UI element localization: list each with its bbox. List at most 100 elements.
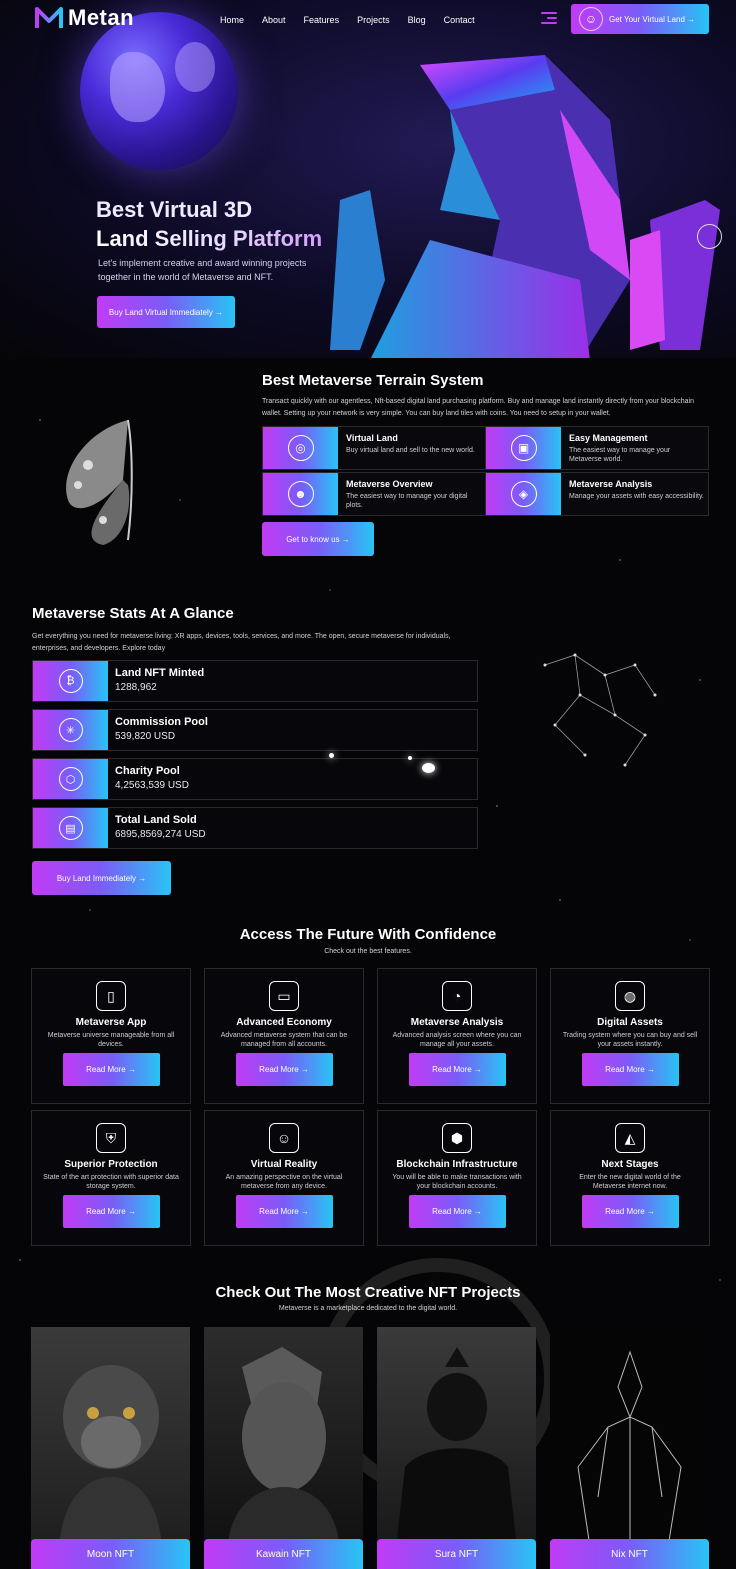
feature-icon-box: ▣ [486,427,561,469]
access-title: Access The Future With Confidence [239,926,497,943]
network-globe-icon: ✳ [58,718,83,742]
read-more-button[interactable]: Read More → [235,1195,333,1228]
card-desc: Trading system where you can buy and sel… [562,1032,698,1048]
bitcoin-network-icon: ₿ [58,669,83,693]
logo-text: Metan [68,5,135,30]
get-virtual-land-button[interactable]: ☺ Get Your Virtual Land → [571,4,709,34]
stat-icon-box: ▤ [33,808,108,848]
laptop-shield-icon: ⛨ [96,1123,126,1153]
phone-app-icon: ▯ [96,981,126,1011]
nav-blog[interactable]: Blog [408,15,426,25]
nft-card-nix[interactable]: Nix NFT [550,1327,709,1569]
nav-projects[interactable]: Projects [357,15,390,25]
nav-about[interactable]: About [262,15,286,25]
get-to-know-us-button[interactable]: Get to know us → [262,522,374,556]
feature-easy-management[interactable]: ▣ Easy Management The easiest way to mana… [485,426,709,470]
stat-charity-pool: ⬡ Charity Pool 4,2563,539 USD [32,758,478,800]
feature-title: Metaverse Analysis [569,479,653,489]
feature-metaverse-analysis[interactable]: ◈ Metaverse Analysis Manage your assets w… [485,472,709,516]
feature-desc: Manage your assets with easy accessibili… [569,493,704,500]
card-title: Next Stages [601,1159,659,1170]
vr-headset-icon: ◎ [287,435,314,461]
card-advanced-economy: ▭ Advanced Economy Advanced metaverse sy… [204,968,364,1104]
avatar-icon: ☻ [287,481,314,507]
hamburger-menu-icon[interactable] [541,12,557,24]
stat-land-nft-minted: ₿ Land NFT Minted 1288,962 [32,660,478,702]
stat-title: Land NFT Minted [115,667,205,679]
card-desc: You will be able to make transactions wi… [392,1174,522,1190]
globe-hand-icon: ◍ [615,981,645,1011]
feature-icon-box: ☻ [263,473,338,515]
card-next-stages: ◭ Next Stages Enter the new digital worl… [550,1110,710,1246]
vr-person-illustration [330,55,720,358]
nft-name: Nix NFT [550,1539,709,1569]
stats-title: Metaverse Stats At A Glance [32,605,234,622]
feature-title: Easy Management [569,433,648,443]
gorilla-image [59,1365,162,1557]
stat-commission-pool: ✳ Commission Pool 539,820 USD [32,709,478,751]
nft-card-kawain[interactable]: Kawain NFT [204,1327,363,1569]
stat-value: 6895,8569,274 USD [115,829,206,840]
samurai-image [395,1347,518,1557]
feature-virtual-land[interactable]: ◎ Virtual Land Buy virtual land and sell … [262,426,486,470]
butterfly-illustration [66,419,133,545]
nft-card-moon[interactable]: Moon NFT [31,1327,190,1569]
analytics-icon: ◈ [510,481,537,507]
nft-card-sura[interactable]: Sura NFT [377,1327,536,1569]
card-title: Superior Protection [64,1159,158,1170]
buy-land-immediately-button[interactable]: Buy Land Immediately → [32,861,171,895]
stat-value: 539,820 USD [115,731,176,742]
nft-name: Sura NFT [377,1539,536,1569]
read-more-button[interactable]: Read More → [62,1195,160,1228]
dashboard-icon: ▣ [510,435,537,461]
card-digital-assets: ◍ Digital Assets Trading system where yo… [550,968,710,1104]
read-more-button[interactable]: Read More → [62,1053,160,1086]
pedestal-icon: ◭ [615,1123,645,1153]
hero-title: Best Virtual 3D Land Selling Platform [96,195,322,253]
logo[interactable]: Metan [34,5,134,31]
card-virtual-reality: ☺ Virtual Reality An amazing perspective… [204,1110,364,1246]
stat-value: 1288,962 [115,682,157,693]
feature-desc: Buy virtual land and sell to the new wor… [346,447,475,454]
stat-total-land-sold: ▤ Total Land Sold 6895,8569,274 USD [32,807,478,849]
star-dot [408,756,412,760]
site-header: Metan Home About Features Projects Blog … [0,0,736,40]
feature-metaverse-overview[interactable]: ☻ Metaverse Overview The easiest way to m… [262,472,486,516]
nft-title: Check Out The Most Creative NFT Projects [215,1284,521,1301]
feature-icon-box: ◈ [486,473,561,515]
nav-contact[interactable]: Contact [444,15,475,25]
read-more-button[interactable]: Read More → [408,1053,506,1086]
nft-name: Kawain NFT [204,1539,363,1569]
stat-icon-box: ✳ [33,710,108,750]
card-desc: Enter the new digital world of the Metav… [579,1174,681,1190]
main-nav: Home About Features Projects Blog Contac… [220,15,475,25]
card-desc: An amazing perspective on the virtual me… [225,1174,343,1190]
stat-title: Charity Pool [115,765,180,777]
monitor-cube-icon: ▭ [269,981,299,1011]
card-title: Virtual Reality [250,1159,318,1170]
read-more-button[interactable]: Read More → [408,1195,506,1228]
stat-value: 4,2563,539 USD [115,780,189,791]
read-more-button[interactable]: Read More → [581,1053,679,1086]
feature-desc: The easiest way to manage your digital p… [346,493,468,509]
blockchain-icon: ⬢ [442,1123,472,1153]
card-title: Blockchain Infrastructure [396,1159,518,1170]
terrain-title: Best Metaverse Terrain System [262,372,484,389]
circle-decoration [697,224,722,249]
card-blockchain-infrastructure: ⬢ Blockchain Infrastructure You will be … [377,1110,537,1246]
feature-desc: The easiest way to manage your Metaverse… [569,447,671,463]
read-more-button[interactable]: Read More → [581,1195,679,1228]
read-more-button[interactable]: Read More → [235,1053,333,1086]
planet-dot [422,763,435,773]
nav-home[interactable]: Home [220,15,244,25]
card-title: Digital Assets [597,1017,663,1028]
humanoid-image [227,1347,340,1557]
stat-title: Commission Pool [115,716,208,728]
feature-title: Metaverse Overview [346,479,433,489]
hero-title-line1: Best Virtual 3D [96,197,253,222]
blocks-icon: ⬡ [58,767,83,791]
buy-land-virtual-button[interactable]: Buy Land Virtual Immediately → [97,296,235,328]
stat-icon-box: ₿ [33,661,108,701]
hero-title-line2: Land Selling Platform [96,226,323,251]
nav-features[interactable]: Features [304,15,340,25]
